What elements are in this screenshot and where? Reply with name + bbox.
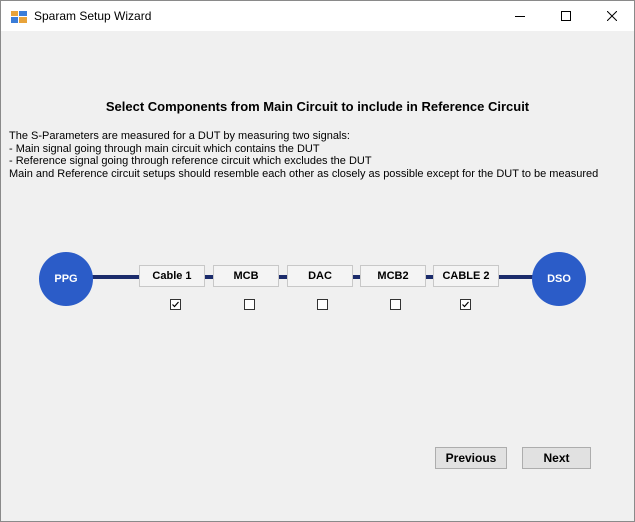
checkmark-icon — [172, 301, 179, 308]
maximize-icon — [561, 11, 571, 21]
component-dac: DAC — [287, 265, 353, 287]
include-checkbox-mcb[interactable] — [244, 299, 255, 310]
close-icon — [607, 11, 617, 21]
app-icon — [11, 10, 27, 23]
description-line: - Reference signal going through referen… — [9, 155, 372, 167]
window-title: Sparam Setup Wizard — [34, 9, 152, 23]
title-bar[interactable]: Sparam Setup Wizard — [1, 1, 634, 31]
source-node-ppg: PPG — [39, 252, 93, 306]
include-checkbox-mcb2[interactable] — [390, 299, 401, 310]
next-button[interactable]: Next — [522, 447, 591, 469]
include-checkbox-cable-2[interactable] — [460, 299, 471, 310]
component-cable-1: Cable 1 — [139, 265, 205, 287]
close-button[interactable] — [589, 1, 635, 31]
previous-button[interactable]: Previous — [435, 447, 507, 469]
sink-node-dso: DSO — [532, 252, 586, 306]
description-line: The S-Parameters are measured for a DUT … — [9, 130, 350, 142]
component-mcb: MCB — [213, 265, 279, 287]
include-checkbox-dac[interactable] — [317, 299, 328, 310]
minimize-button[interactable] — [497, 1, 543, 31]
component-cable-2: CABLE 2 — [433, 265, 499, 287]
page-heading: Select Components from Main Circuit to i… — [105, 99, 530, 114]
wizard-window: Sparam Setup Wizard Select Components fr… — [0, 0, 635, 522]
include-checkbox-cable-1[interactable] — [170, 299, 181, 310]
checkmark-icon — [462, 301, 469, 308]
minimize-icon — [515, 16, 525, 17]
maximize-button[interactable] — [543, 1, 589, 31]
description: The S-Parameters are measured for a DUT … — [9, 130, 624, 180]
description-line: - Main signal going through main circuit… — [9, 142, 320, 155]
description-line: Main and Reference circuit setups should… — [9, 167, 599, 180]
component-mcb2: MCB2 — [360, 265, 426, 287]
